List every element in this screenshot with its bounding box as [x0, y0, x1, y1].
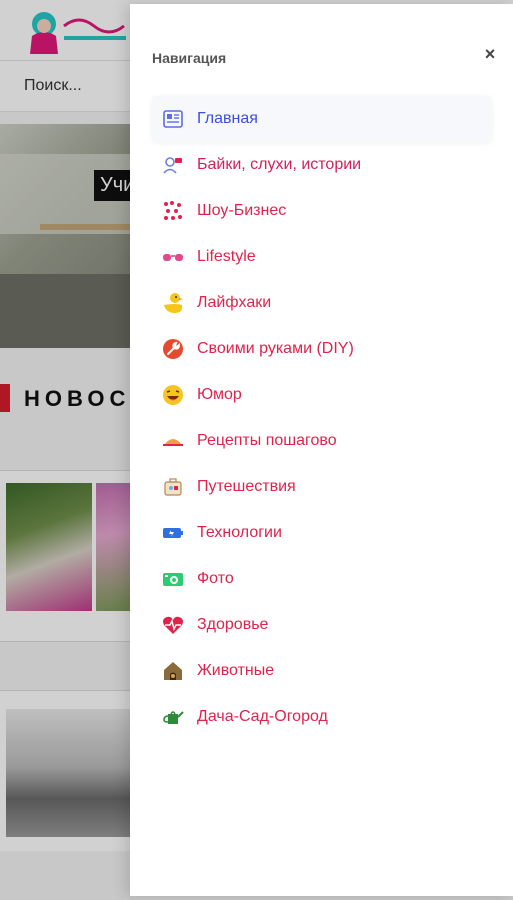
- nav-item-label: Животные: [197, 662, 275, 679]
- nav-list: Главная Байки, слухи, истории Шоу-Бизнес…: [152, 96, 492, 740]
- close-button[interactable]: ×: [478, 42, 502, 66]
- nav-item-garden[interactable]: Дача-Сад-Огород: [152, 694, 492, 740]
- nav-item-tech[interactable]: Технологии: [152, 510, 492, 556]
- suitcase-icon: [162, 476, 184, 498]
- nav-item-health[interactable]: Здоровье: [152, 602, 492, 648]
- watering-can-icon: [162, 706, 184, 728]
- nav-item-lifehacks[interactable]: Лайфхаки: [152, 280, 492, 326]
- nav-item-label: Lifestyle: [197, 248, 256, 265]
- duck-icon: [162, 292, 184, 314]
- nav-item-home[interactable]: Главная: [152, 96, 492, 142]
- users-chat-icon: [162, 154, 184, 176]
- nav-item-recipes[interactable]: Рецепты пошагово: [152, 418, 492, 464]
- nav-item-label: Своими руками (DIY): [197, 340, 354, 357]
- camera-icon: [162, 568, 184, 590]
- glasses-icon: [162, 246, 184, 268]
- newspaper-icon: [162, 108, 184, 130]
- wrench-icon: [162, 338, 184, 360]
- drawer-title: Навигация: [152, 50, 227, 66]
- nav-item-label: Дача-Сад-Огород: [197, 708, 328, 725]
- nav-item-photo[interactable]: Фото: [152, 556, 492, 602]
- nav-item-animals[interactable]: Животные: [152, 648, 492, 694]
- nav-item-lifestyle[interactable]: Lifestyle: [152, 234, 492, 280]
- laughing-face-icon: [162, 384, 184, 406]
- nav-item-label: Путешествия: [197, 478, 296, 495]
- navigation-drawer: Навигация × Главная Байки, слухи, истори…: [130, 4, 513, 896]
- nav-item-humor[interactable]: Юмор: [152, 372, 492, 418]
- nav-item-label: Главная: [197, 110, 258, 127]
- nav-item-showbiz[interactable]: Шоу-Бизнес: [152, 188, 492, 234]
- nav-item-diy[interactable]: Своими руками (DIY): [152, 326, 492, 372]
- nav-item-label: Технологии: [197, 524, 282, 541]
- nav-item-label: Здоровье: [197, 616, 269, 633]
- music-notes-icon: [162, 200, 184, 222]
- nav-item-travel[interactable]: Путешествия: [152, 464, 492, 510]
- nav-item-label: Лайфхаки: [197, 294, 272, 311]
- nav-item-label: Юмор: [197, 386, 242, 403]
- battery-icon: [162, 522, 184, 544]
- nav-item-label: Фото: [197, 570, 234, 587]
- heartbeat-icon: [162, 614, 184, 636]
- nav-item-label: Шоу-Бизнес: [197, 202, 287, 219]
- food-dish-icon: [162, 430, 184, 452]
- nav-item-label: Байки, слухи, истории: [197, 156, 362, 173]
- nav-item-label: Рецепты пошагово: [197, 432, 337, 449]
- nav-item-stories[interactable]: Байки, слухи, истории: [152, 142, 492, 188]
- dog-house-icon: [162, 660, 184, 682]
